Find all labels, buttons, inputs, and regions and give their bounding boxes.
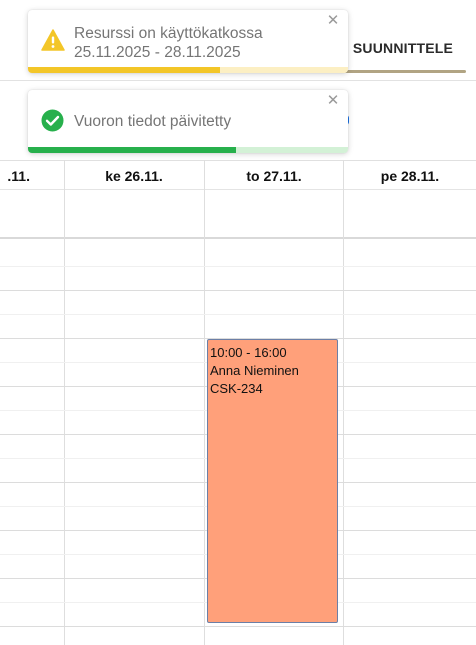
warning-message: Resurssi on käyttökatkossa 25.11.2025 - …: [74, 24, 263, 62]
grid-line: [0, 266, 476, 267]
grid-line: [0, 314, 476, 315]
warning-toast[interactable]: Resurssi on käyttökatkossa 25.11.2025 - …: [28, 10, 348, 73]
day-header-wed: ke 26.11.: [105, 168, 163, 184]
warning-message-line2: 25.11.2025 - 28.11.2025: [74, 44, 241, 61]
plan-tab-underline: [340, 70, 466, 73]
success-progress-track: [28, 147, 348, 153]
column-divider: [343, 160, 344, 645]
shift-event[interactable]: 10:00 - 16:00 Anna Nieminen CSK-234: [207, 339, 338, 623]
plan-tab-button[interactable]: SUUNNITTELE: [340, 26, 466, 70]
success-message: Vuoron tiedot päivitetty: [74, 113, 232, 130]
column-divider: [204, 160, 205, 645]
header-divider: [0, 189, 476, 190]
close-icon[interactable]: ✕: [326, 93, 340, 108]
calendar-top-border: [0, 160, 476, 161]
grid-line: [0, 290, 476, 291]
warning-progress-track: [28, 67, 348, 73]
warning-message-line1: Resurssi on käyttökatkossa: [74, 25, 263, 42]
day-header-tue: .11.: [7, 168, 30, 184]
all-day-divider: [0, 237, 476, 239]
event-person: Anna Nieminen: [210, 363, 299, 378]
warning-icon: [41, 29, 65, 56]
day-header-fri: pe 28.11.: [380, 168, 440, 184]
event-code: CSK-234: [210, 381, 263, 396]
column-divider: [64, 160, 65, 645]
event-time: 10:00 - 16:00: [210, 345, 287, 360]
day-header-thu: to 27.11.: [246, 168, 302, 184]
grid-line: [0, 626, 476, 627]
success-toast[interactable]: Vuoron tiedot päivitetty ✕: [28, 90, 348, 153]
success-progress-fill: [28, 147, 236, 153]
check-circle-icon: [41, 109, 64, 137]
close-icon[interactable]: ✕: [326, 13, 340, 28]
warning-progress-fill: [28, 67, 220, 73]
